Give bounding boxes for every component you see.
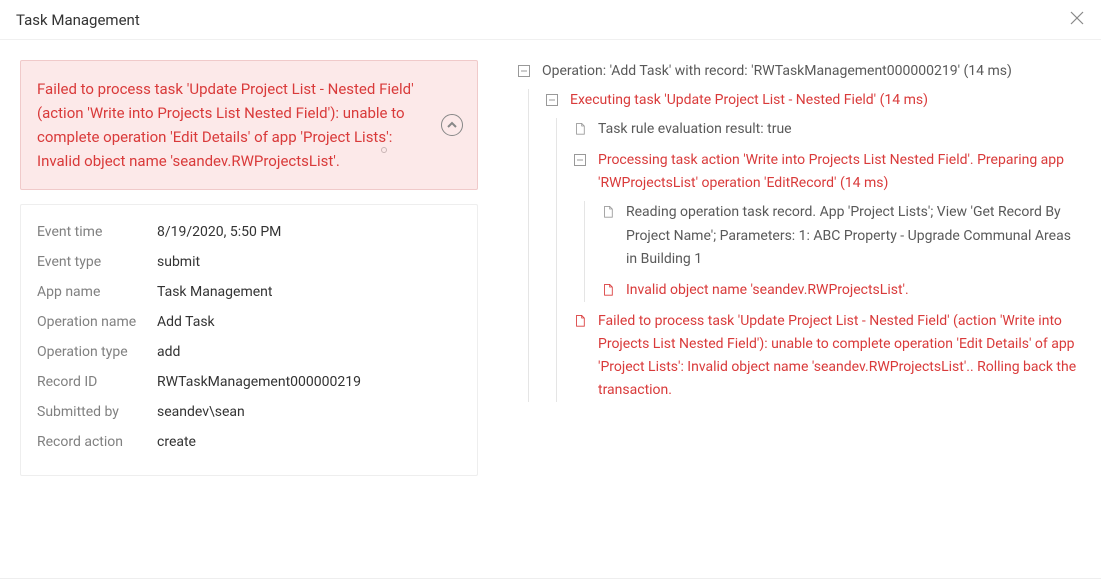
tree-node-label: Invalid object name 'seandev.RWProjectsL… [626,279,1083,302]
detail-label: Record action [37,434,157,450]
tree-node-label: Task rule evaluation result: true [598,118,1083,141]
document-icon [600,204,616,220]
detail-value: 8/19/2020, 5:50 PM [157,224,281,240]
detail-row-operation-name: Operation name Add Task [37,307,461,337]
execution-tree: Operation: 'Add Task' with record: 'RWTa… [516,60,1083,402]
details-panel: Event time 8/19/2020, 5:50 PM Event type… [20,204,478,476]
tree-node-label: Reading operation task record. App 'Proj… [626,201,1083,270]
document-error-icon [600,282,616,298]
detail-row-submitted-by: Submitted by seandev\sean [37,397,461,427]
detail-row-event-type: Event type submit [37,247,461,277]
tree-node-label: Executing task 'Update Project List - Ne… [570,89,1083,112]
error-banner: Failed to process task 'Update Project L… [20,60,478,190]
detail-row-app-name: App name Task Management [37,277,461,307]
dialog-body: Failed to process task 'Update Project L… [0,40,1101,578]
detail-label: Operation type [37,344,157,360]
detail-row-record-id: Record ID RWTaskManagement000000219 [37,367,461,397]
tree-node-reading-record[interactable]: Reading operation task record. App 'Proj… [600,201,1083,270]
detail-row-operation-type: Operation type add [37,337,461,367]
close-icon [1069,10,1085,30]
tree-node-label: Processing task action 'Write into Proje… [598,149,1083,195]
collapse-toggle[interactable] [441,114,463,136]
detail-label: App name [37,284,157,300]
document-error-icon [572,313,588,329]
detail-value: add [157,344,180,360]
detail-label: Operation name [37,314,157,330]
document-icon [572,121,588,137]
tree-node-processing-action[interactable]: Processing task action 'Write into Proje… [572,149,1083,302]
dialog-title: Task Management [16,11,140,29]
summary-pane: Failed to process task 'Update Project L… [0,40,498,578]
minus-box-icon [572,152,588,168]
minus-box-icon [544,92,560,108]
chevron-up-icon [447,113,457,137]
dialog-header: Task Management [0,0,1101,40]
tree-node-label: Operation: 'Add Task' with record: 'RWTa… [542,60,1083,83]
detail-row-record-action: Record action create [37,427,461,457]
tree-node-label: Failed to process task 'Update Project L… [598,310,1083,402]
detail-value: seandev\sean [157,404,245,420]
detail-value: submit [157,254,200,270]
detail-label: Event type [37,254,157,270]
detail-label: Event time [37,224,157,240]
detail-label: Record ID [37,374,157,390]
detail-value: RWTaskManagement000000219 [157,374,361,390]
detail-value: create [157,434,196,450]
tree-node-rule-eval[interactable]: Task rule evaluation result: true [572,118,1083,141]
close-button[interactable] [1067,10,1087,30]
detail-value: Add Task [157,314,215,330]
tree-node-executing-task[interactable]: Executing task 'Update Project List - Ne… [544,89,1083,402]
task-management-dialog: Task Management Failed to process task '… [0,0,1101,579]
tree-node-invalid-object[interactable]: Invalid object name 'seandev.RWProjectsL… [600,279,1083,302]
tree-node-failed-rollback[interactable]: Failed to process task 'Update Project L… [572,310,1083,402]
decorative-dot [381,147,387,153]
detail-value: Task Management [157,284,272,300]
tree-node-root[interactable]: Operation: 'Add Task' with record: 'RWTa… [516,60,1083,402]
execution-tree-pane: Operation: 'Add Task' with record: 'RWTa… [498,40,1101,578]
detail-row-event-time: Event time 8/19/2020, 5:50 PM [37,217,461,247]
error-message: Failed to process task 'Update Project L… [37,80,414,170]
minus-box-icon [516,63,532,79]
detail-label: Submitted by [37,404,157,420]
